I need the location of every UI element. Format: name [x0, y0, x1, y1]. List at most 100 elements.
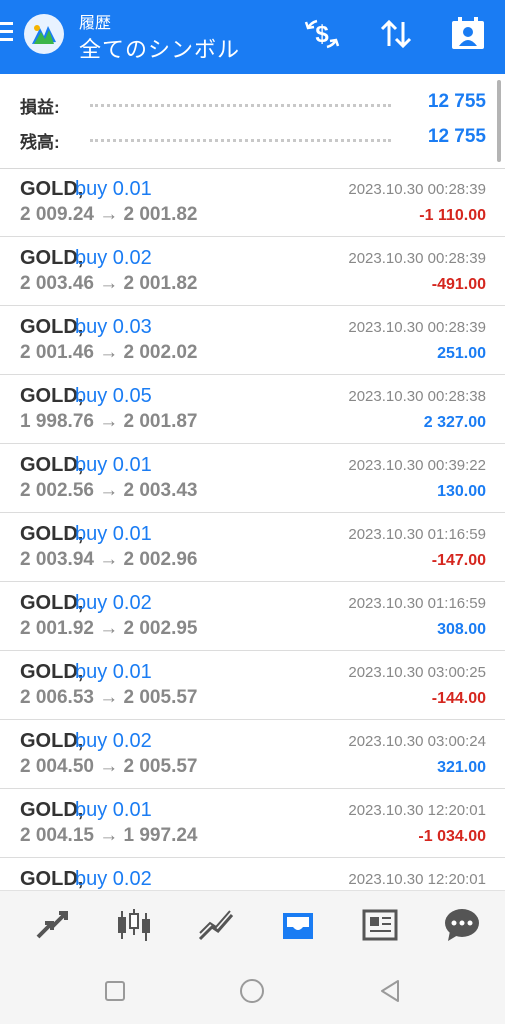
- trade-prices: 1 998.76 → 2 001.87: [20, 411, 198, 432]
- system-navigation-bar: [0, 954, 505, 1024]
- trade-time: 2023.10.30 01:16:59: [348, 526, 486, 543]
- back-triangle-icon[interactable]: [375, 976, 405, 1006]
- trade-time: 2023.10.30 03:00:25: [348, 664, 486, 681]
- nav-trade[interactable]: [8, 891, 92, 955]
- trade-prices: 2 006.53 → 2 005.57: [20, 687, 198, 708]
- summary-value: 12 755: [427, 91, 486, 112]
- trade-row[interactable]: GOLD, buy 0.03 2 001.46 → 2 002.02 2023.10.…: [0, 306, 505, 375]
- trade-prices: 2 009.24 → 2 001.82: [20, 204, 198, 225]
- trade-symbol: GOLD,: [20, 178, 84, 200]
- news-icon: [362, 909, 398, 941]
- trade-row[interactable]: GOLD, buy 0.01 2 003.94 → 2 002.96 2023.10.…: [0, 513, 505, 582]
- nav-quotes[interactable]: [90, 891, 174, 955]
- nav-chat[interactable]: [418, 891, 502, 955]
- trade-row[interactable]: GOLD, buy 0.01 2 006.53 → 2 005.57 2023.10.…: [0, 651, 505, 720]
- trade-deal: buy 0.01: [75, 178, 152, 200]
- account-summary: 損益: 12 755 残高: 12 755: [0, 74, 505, 169]
- line-chart-icon: [198, 910, 234, 941]
- trade-deal: buy 0.02: [75, 868, 152, 890]
- trade-deal: buy 0.01: [75, 454, 152, 476]
- nav-chart[interactable]: [172, 891, 256, 955]
- trade-symbol: GOLD,: [20, 868, 84, 890]
- trade-history-list[interactable]: GOLD, buy 0.01 2 009.24 → 2 001.82 2023.10.…: [0, 168, 505, 890]
- trade-prices: 2 001.92 → 2 002.95: [20, 618, 198, 639]
- trade-time: 2023.10.30 00:28:39: [348, 319, 486, 336]
- trade-time: 2023.10.30 00:28:39: [348, 250, 486, 267]
- trade-profit: 130.00: [437, 483, 486, 500]
- trade-time: 2023.10.30 12:20:01: [348, 802, 486, 819]
- currency-exchange-icon[interactable]: $: [302, 14, 342, 54]
- trade-deal: buy 0.05: [75, 385, 152, 407]
- trade-profit: 251.00: [437, 345, 486, 362]
- trade-profit: -1 110.00: [419, 207, 486, 224]
- svg-text:$: $: [315, 21, 329, 48]
- bottom-navigation: [0, 890, 505, 955]
- trade-row[interactable]: GOLD, buy 0.02 2 001.92 → 2 002.95 2023.10.…: [0, 582, 505, 651]
- trade-time: 2023.10.30 00:39:22: [348, 457, 486, 474]
- app-logo: [24, 14, 64, 54]
- scrollbar[interactable]: [497, 80, 501, 162]
- trade-row[interactable]: GOLD, buy 0.02 2 003.46 → 2 001.82 2023.10.…: [0, 237, 505, 306]
- trade-prices: 2 004.15 → 1 997.24: [20, 825, 198, 846]
- sort-icon[interactable]: [376, 14, 416, 54]
- dotted-leader: [90, 104, 391, 107]
- chat-icon: [445, 909, 479, 941]
- trade-symbol: GOLD,: [20, 316, 84, 338]
- menu-icon[interactable]: [0, 22, 14, 44]
- trade-profit: -1 034.00: [418, 828, 486, 845]
- trade-symbol: GOLD,: [20, 592, 84, 614]
- trade-profit: 2 327.00: [423, 414, 486, 431]
- nav-news[interactable]: [336, 891, 420, 955]
- trade-icon: [36, 911, 68, 939]
- trade-row[interactable]: GOLD, buy 0.01 2 002.56 → 2 003.43 2023.10.…: [0, 444, 505, 513]
- trade-profit: -147.00: [431, 552, 486, 569]
- trade-profit: 308.00: [437, 621, 486, 638]
- header-title[interactable]: 全てのシンボル: [79, 32, 240, 64]
- trade-row[interactable]: GOLD, buy 0.01 2 009.24 → 2 001.82 2023.10.…: [0, 168, 505, 237]
- trade-prices: 2 002.56 → 2 003.43: [20, 480, 198, 501]
- trade-symbol: GOLD,: [20, 799, 84, 821]
- app-header: 履歴 全てのシンボル $: [0, 0, 505, 74]
- summary-row-balance: 残高: 12 755: [20, 123, 486, 153]
- nav-history[interactable]: [254, 891, 338, 955]
- calendar-person-icon[interactable]: [448, 14, 488, 54]
- trade-profit: 321.00: [437, 759, 486, 776]
- trade-deal: buy 0.01: [75, 523, 152, 545]
- trade-profit: -491.00: [431, 276, 486, 293]
- trade-symbol: GOLD,: [20, 730, 84, 752]
- trade-symbol: GOLD,: [20, 661, 84, 683]
- trade-symbol: GOLD,: [20, 247, 84, 269]
- trade-prices: 2 004.50 → 2 005.57: [20, 756, 198, 777]
- dotted-leader: [90, 139, 391, 142]
- trade-symbol: GOLD,: [20, 454, 84, 476]
- trade-deal: buy 0.02: [75, 247, 152, 269]
- trade-profit: -144.00: [431, 690, 486, 707]
- trade-symbol: GOLD,: [20, 523, 84, 545]
- summary-label: 損益:: [20, 98, 60, 117]
- trade-row[interactable]: GOLD, buy 0.02 2 004.50 → 2 005.57 2023.10.…: [0, 720, 505, 789]
- recents-square-icon[interactable]: [100, 976, 130, 1006]
- trade-row[interactable]: GOLD, buy 0.05 1 998.76 → 2 001.87 2023.10.…: [0, 375, 505, 444]
- trade-row[interactable]: GOLD, buy 0.02 2023.10.30 12:20:01: [0, 858, 505, 890]
- trade-prices: 2 001.46 → 2 002.02: [20, 342, 198, 363]
- header-subtitle: 履歴: [79, 15, 112, 32]
- trade-prices: 2 003.94 → 2 002.96: [20, 549, 198, 570]
- trade-deal: buy 0.03: [75, 316, 152, 338]
- summary-row-profit: 損益: 12 755: [20, 88, 486, 118]
- history-inbox-icon: [283, 913, 313, 939]
- summary-label: 残高:: [20, 133, 60, 152]
- trade-prices: 2 003.46 → 2 001.82: [20, 273, 198, 294]
- trade-deal: buy 0.01: [75, 799, 152, 821]
- trade-time: 2023.10.30 03:00:24: [348, 733, 486, 750]
- summary-value: 12 755: [427, 126, 486, 147]
- trade-time: 2023.10.30 12:20:01: [348, 871, 486, 888]
- trade-time: 2023.10.30 00:28:38: [348, 388, 486, 405]
- home-circle-icon[interactable]: [237, 976, 267, 1006]
- chart-candles-icon: [118, 909, 150, 941]
- trade-deal: buy 0.02: [75, 730, 152, 752]
- trade-deal: buy 0.02: [75, 592, 152, 614]
- trade-deal: buy 0.01: [75, 661, 152, 683]
- trade-time: 2023.10.30 01:16:59: [348, 595, 486, 612]
- trade-time: 2023.10.30 00:28:39: [348, 181, 486, 198]
- trade-row[interactable]: GOLD, buy 0.01 2 004.15 → 1 997.24 2023.10.…: [0, 789, 505, 858]
